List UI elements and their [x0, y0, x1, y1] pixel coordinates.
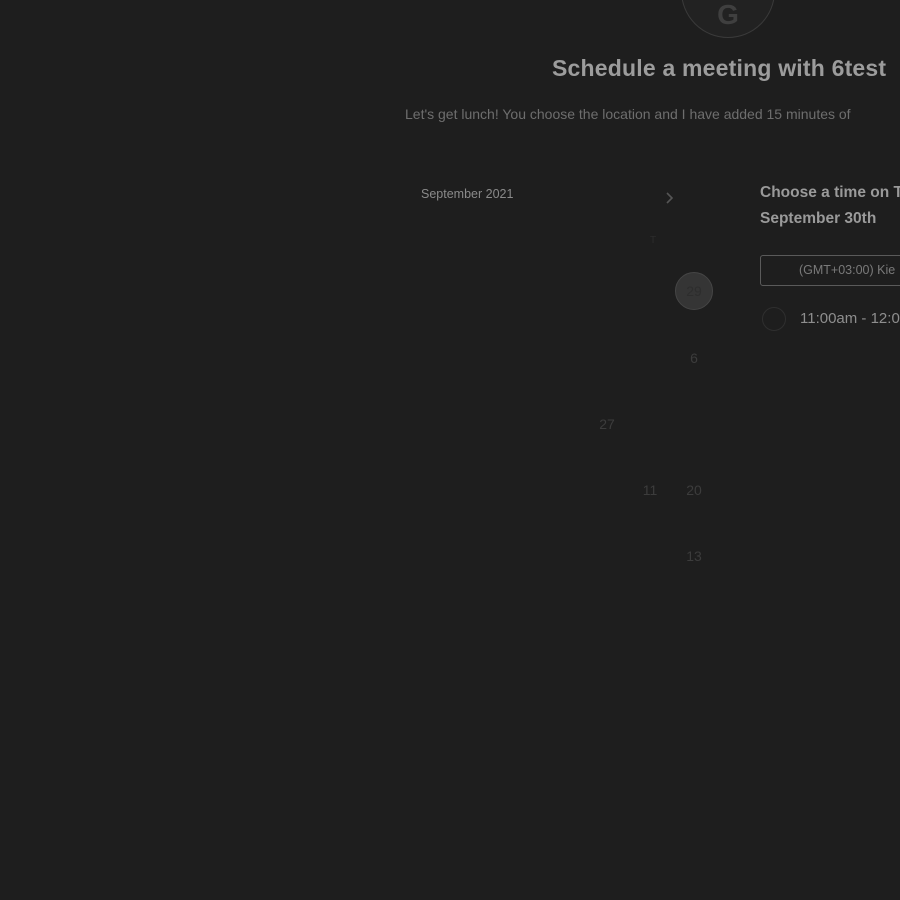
time-slot-radio[interactable]: [762, 307, 786, 331]
weekday-label: T: [650, 235, 657, 246]
chevron-right-icon: [666, 192, 674, 204]
calendar-day[interactable]: 11: [633, 482, 667, 502]
timezone-select[interactable]: (GMT+03:00) Kie: [760, 255, 900, 286]
calendar-day[interactable]: 13: [677, 548, 711, 568]
calendar-day[interactable]: 6: [677, 350, 711, 370]
time-slot-label: 11:00am - 12:0: [800, 310, 900, 327]
calendar-day-selected[interactable]: 29: [675, 272, 713, 310]
avatar-initial: G: [717, 0, 739, 30]
choose-time-heading-line1: Choose a time on T: [760, 184, 900, 201]
scheduling-page: G Schedule a meeting with 6test Let's ge…: [0, 0, 900, 900]
meeting-description: Let's get lunch! You choose the location…: [405, 106, 851, 122]
calendar-month-label: September 2021: [421, 187, 514, 201]
host-avatar: G: [681, 0, 775, 38]
choose-time-heading-line2: September 30th: [760, 210, 877, 227]
page-title: Schedule a meeting with 6test: [552, 55, 887, 81]
calendar-day[interactable]: 20: [677, 482, 711, 502]
choose-time-heading: Choose a time on T September 30th: [760, 180, 900, 232]
calendar-day[interactable]: 27: [590, 416, 624, 436]
next-month-button[interactable]: [660, 188, 680, 208]
